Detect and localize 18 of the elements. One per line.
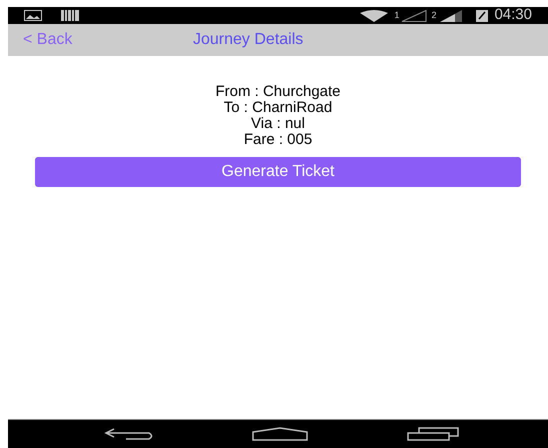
back-arrow-icon	[104, 427, 154, 441]
home-icon	[252, 427, 308, 441]
journey-detail: To : CharniRoad	[224, 100, 332, 116]
clock: 04:30	[494, 5, 532, 26]
sim-number: 1	[394, 8, 400, 22]
sim-number: 2	[431, 8, 436, 22]
journey-detail: Via : nul	[251, 116, 305, 132]
page-title: Journey Details	[193, 30, 304, 50]
signal-icon	[440, 10, 462, 22]
image-icon	[24, 10, 42, 21]
signal-icon	[401, 10, 428, 22]
wifi-icon	[360, 10, 388, 22]
journey-detail: From : Churchgate	[215, 84, 341, 100]
generate-ticket-button[interactable]: Generate Ticket	[35, 157, 521, 187]
barcode-icon	[61, 10, 79, 21]
recent-apps-icon	[407, 427, 459, 441]
journey-detail: Fare : 005	[244, 132, 312, 148]
back-button[interactable]: < Back	[23, 28, 72, 52]
